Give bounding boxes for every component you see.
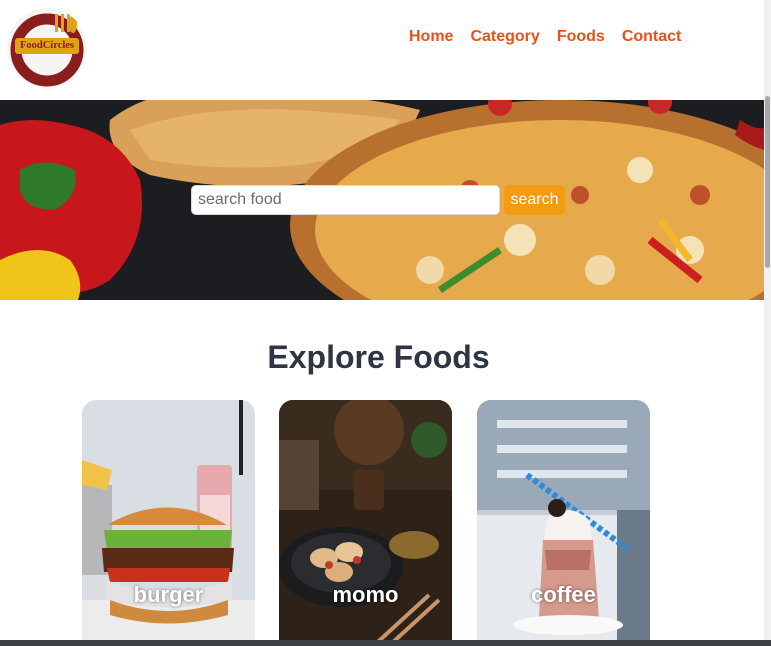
foodcircles-logo[interactable]: FoodCircles	[7, 8, 87, 88]
bottom-edge-bar	[0, 640, 771, 646]
search-input[interactable]	[191, 185, 500, 215]
coffee-image	[477, 400, 650, 646]
momo-image	[279, 400, 452, 646]
main-nav: Home Category Foods Contact	[409, 27, 681, 47]
card-label-momo: momo	[332, 582, 399, 607]
food-card-momo[interactable]: momo	[279, 400, 452, 646]
logo-text: FoodCircles	[15, 38, 79, 54]
food-card-burger[interactable]: burger	[82, 400, 255, 646]
nav-foods-link[interactable]: Foods	[557, 27, 605, 47]
nav-category-link[interactable]: Category	[470, 27, 539, 47]
nav-home-link[interactable]: Home	[409, 27, 453, 47]
site-header: FoodCircles Home Category Foods Contact	[0, 0, 764, 100]
section-title: Explore Foods	[267, 339, 490, 375]
nav-contact-link[interactable]: Contact	[622, 27, 682, 47]
search-button[interactable]: search	[504, 185, 565, 215]
card-label-coffee: coffee	[531, 582, 596, 607]
card-label-burger: burger	[133, 582, 204, 607]
scrollbar-thumb[interactable]	[765, 96, 770, 268]
hero-search-section: search	[0, 100, 764, 300]
burger-image	[82, 400, 255, 646]
page: FoodCircles Home Category Foods Contact	[0, 0, 771, 646]
vertical-scrollbar[interactable]	[764, 0, 771, 646]
food-card-coffee[interactable]: coffee	[477, 400, 650, 646]
